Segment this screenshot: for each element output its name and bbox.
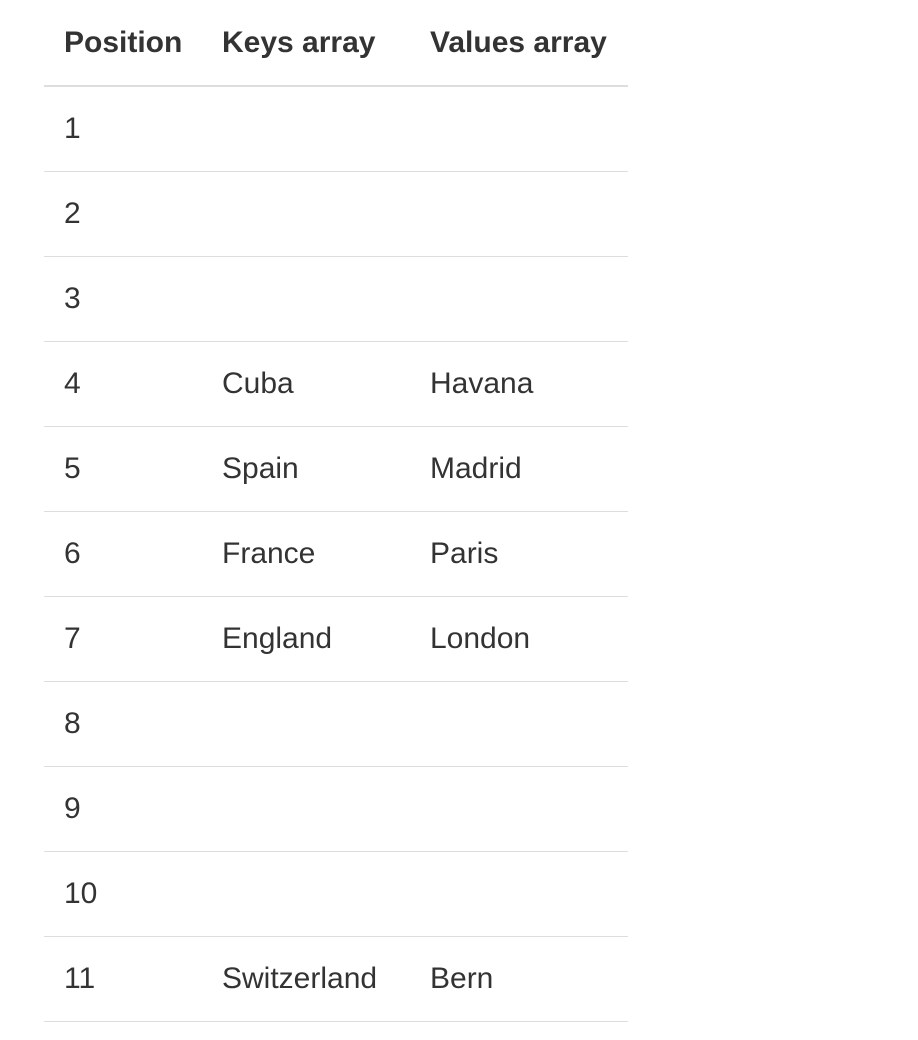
position-cell: 5: [64, 452, 81, 485]
position-cell: 6: [64, 537, 81, 570]
key-cell: Cuba: [222, 367, 294, 400]
table-row: 6 France Paris: [44, 512, 628, 597]
key-cell: France: [222, 537, 316, 570]
keys-values-table: Position Keys array Values array 1 2 3 4…: [44, 0, 628, 1022]
value-cell: Madrid: [430, 452, 522, 485]
table-row: 3: [44, 257, 628, 342]
position-cell: 9: [64, 792, 81, 825]
position-cell: 10: [64, 877, 98, 910]
value-cell: Bern: [430, 962, 494, 995]
value-cell: London: [430, 622, 531, 655]
header-keys-array: Keys array: [222, 25, 376, 59]
table-row: 11 Switzerland Bern: [44, 937, 628, 1022]
header-values-array: Values array: [430, 25, 607, 59]
table-row: 4 Cuba Havana: [44, 342, 628, 427]
position-cell: 4: [64, 367, 81, 400]
key-cell: Switzerland: [222, 962, 378, 995]
table-row: 8: [44, 682, 628, 767]
table-row: 7 England London: [44, 597, 628, 682]
position-cell: 8: [64, 707, 81, 740]
position-cell: 1: [64, 112, 81, 145]
key-cell: Spain: [222, 452, 299, 485]
table-row: 5 Spain Madrid: [44, 427, 628, 512]
header-position: Position: [64, 25, 183, 59]
table-row: 2: [44, 172, 628, 257]
table-row: 9: [44, 767, 628, 852]
position-cell: 2: [64, 197, 81, 230]
position-cell: 11: [64, 962, 96, 995]
value-cell: Havana: [430, 367, 534, 400]
key-cell: England: [222, 622, 333, 655]
position-cell: 3: [64, 282, 81, 315]
value-cell: Paris: [430, 537, 499, 570]
table-row: 1: [44, 87, 628, 172]
position-cell: 7: [64, 622, 81, 655]
table-row: 10: [44, 852, 628, 937]
table-header-row: Position Keys array Values array: [44, 0, 628, 87]
